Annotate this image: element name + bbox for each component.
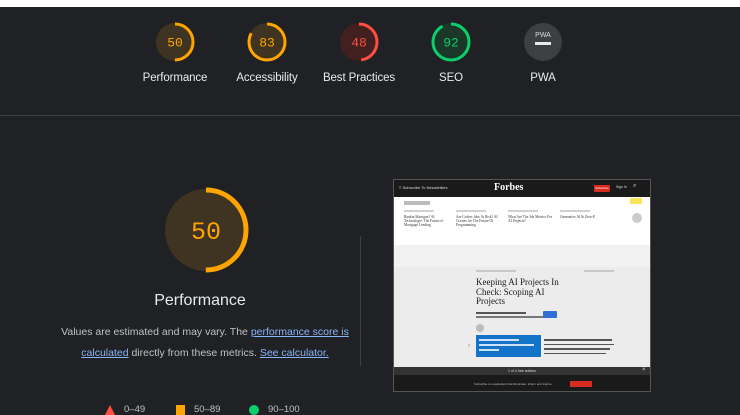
- circle-icon: [249, 404, 259, 415]
- chevron-right-icon: ›: [468, 343, 470, 349]
- gauge-score: 50: [167, 36, 183, 51]
- newsletter-bar: Subscribe to newsletters that illuminate…: [394, 375, 650, 391]
- gauge-ring: 92: [431, 22, 471, 62]
- ad-badge: [630, 198, 642, 204]
- trending-tag: [404, 201, 430, 205]
- gauge-ring: 83: [247, 22, 287, 62]
- top-band: [0, 0, 740, 7]
- gauge-label: Performance: [142, 72, 208, 84]
- see-calculator-link[interactable]: See calculator.: [260, 347, 329, 359]
- legend-pass: 90–100: [249, 404, 300, 415]
- legend-label: 90–100: [268, 404, 300, 415]
- performance-gauge-large: 50: [162, 186, 250, 279]
- article-counter-bar: 1 of 4 free articles ×: [394, 367, 650, 375]
- gauge-ring: 50: [163, 187, 249, 273]
- pwa-badge-icon: PWA: [524, 23, 562, 61]
- search-icon: ⌕: [633, 183, 637, 189]
- legend-label: 50–89: [194, 404, 221, 415]
- screenshot-article: Keeping AI Projects In Check: Scoping AI…: [394, 267, 650, 367]
- gauge-score: 83: [259, 36, 275, 51]
- gauge-score: 92: [443, 36, 459, 51]
- note-text: directly from these metrics.: [128, 347, 260, 359]
- screenshot-trending: Rankin Matrigan? AI Technologie: The Fut…: [394, 197, 650, 245]
- trending-item: Are Coders Jobs At Risk? AI Creates for …: [456, 210, 502, 228]
- trending-item: Generative AI & Zero-E: [560, 210, 606, 219]
- gauge-seo[interactable]: 92 SEO: [401, 21, 501, 84]
- score-note: Values are estimated and may vary. The p…: [60, 322, 350, 364]
- article-body: [544, 339, 614, 357]
- gauge-score: 50: [191, 218, 221, 247]
- close-icon: ×: [642, 367, 646, 373]
- gauge-score: 48: [351, 36, 367, 51]
- article-headline: Keeping AI Projects In Check: Scoping AI…: [476, 277, 559, 306]
- trending-headline: Generative AI & Zero-E: [560, 215, 596, 219]
- note-text: Values are estimated and may vary. The: [61, 326, 251, 338]
- gauge-ring: 48: [339, 22, 379, 62]
- counter-text: 1 of 4 free articles: [508, 369, 536, 373]
- nav-text: Subscribe To Newsletters: [402, 185, 448, 190]
- pwa-badge-text: PWA: [535, 32, 551, 39]
- share-icon: [476, 324, 484, 332]
- legend-average: 50–89: [176, 404, 220, 415]
- page-screenshot: ≡ Subscribe To Newsletters Forbes Subscr…: [393, 179, 651, 392]
- article-meta: [584, 270, 614, 272]
- subscribe-button: Subscribe: [594, 185, 610, 192]
- gauge-label: Accessibility: [236, 72, 298, 84]
- square-icon: [176, 404, 185, 415]
- newsletter-text: Subscribe to newsletters that illuminate…: [474, 382, 552, 386]
- follow-button: [543, 311, 557, 318]
- trending-headline: What Are The Job Metrics For AI Projects…: [508, 215, 552, 224]
- performance-title: Performance: [154, 292, 246, 309]
- vertical-divider: [360, 236, 361, 366]
- menu-icon: ≡ Subscribe To Newsletters: [399, 185, 448, 190]
- newsletter-button: [570, 381, 592, 387]
- triangle-icon: [105, 404, 115, 415]
- article-byline: [476, 316, 546, 318]
- article-byline: [476, 312, 526, 314]
- trending-item: What Are The Job Metrics For AI Projects…: [508, 210, 554, 223]
- gauge-label: SEO: [439, 72, 463, 84]
- gauge-best-practices[interactable]: 48 Best Practices: [309, 21, 409, 84]
- legend-fail: 0–49: [105, 404, 145, 415]
- next-arrow-icon: [632, 213, 642, 223]
- gauge-pwa[interactable]: PWA PWA: [493, 21, 593, 84]
- trending-item: Rankin Matrigan? AI Technologie: The Fut…: [404, 210, 450, 228]
- score-summary: 50 Performance 83 Accessibility 48 Best …: [0, 7, 740, 115]
- tooltip-popup: [476, 335, 541, 357]
- section-divider: [0, 115, 740, 116]
- screenshot-navbar: ≡ Subscribe To Newsletters Forbes Subscr…: [394, 180, 650, 197]
- article-category: [476, 270, 516, 272]
- ad-band: [394, 245, 650, 267]
- gauge-accessibility[interactable]: 83 Accessibility: [217, 21, 317, 84]
- trending-headline: Are Coders Jobs At Risk? AI Creates for …: [456, 215, 498, 228]
- forbes-logo: Forbes: [494, 182, 524, 193]
- legend-label: 0–49: [124, 404, 146, 415]
- gauge-label: Best Practices: [322, 72, 396, 84]
- gauge-label: PWA: [530, 72, 556, 84]
- gauge-performance[interactable]: 50 Performance: [125, 21, 225, 84]
- sign-in-link: Sign In: [616, 185, 627, 189]
- gauge-ring: 50: [155, 22, 195, 62]
- trending-headline: Rankin Matrigan? AI Technologie: The Fut…: [404, 215, 444, 228]
